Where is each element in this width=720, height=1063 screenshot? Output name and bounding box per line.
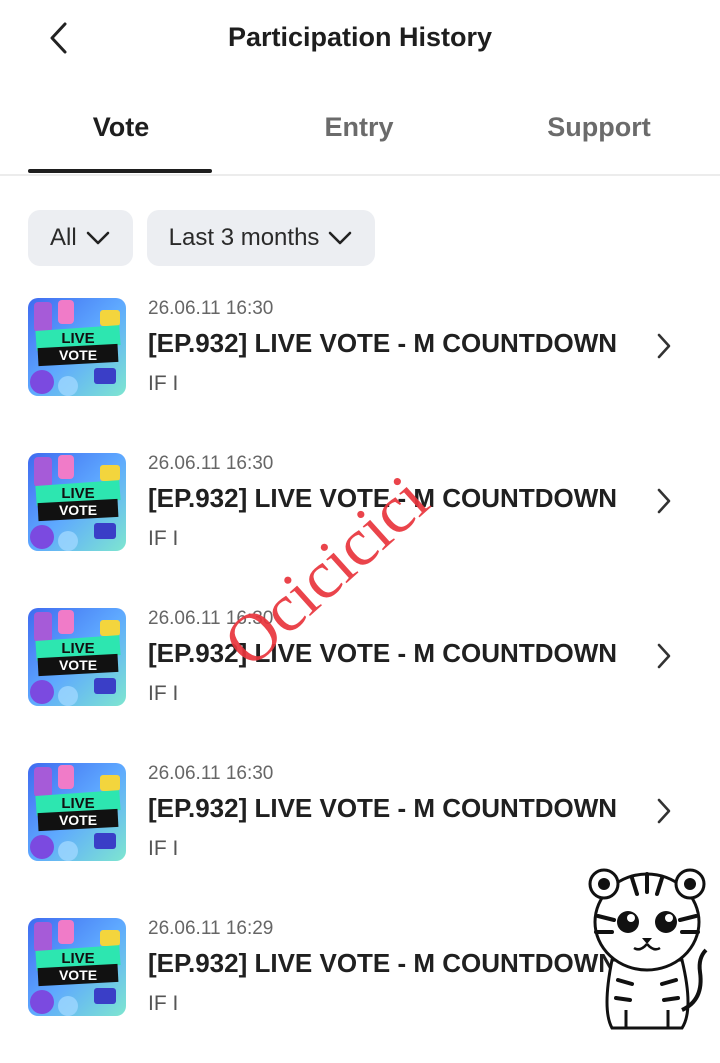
artist-name: IF I xyxy=(148,372,179,395)
artist-name: IF I xyxy=(148,527,179,550)
chevron-down-icon xyxy=(85,230,111,246)
tab-support[interactable]: Support xyxy=(504,112,694,143)
period-filter-label: Last 3 months xyxy=(168,224,320,251)
period-filter-dropdown[interactable]: Last 3 months xyxy=(146,210,376,266)
filter-bar: All Last 3 months xyxy=(28,210,376,266)
thumbnail-text-vote: VOTE xyxy=(59,657,97,673)
tab-vote[interactable]: Vote xyxy=(26,112,216,143)
event-thumbnail: LIVE VOTE xyxy=(28,453,126,551)
participation-date: 26.06.11 16:30 xyxy=(148,763,274,784)
chevron-right-icon xyxy=(657,798,671,824)
thumbnail-text-live: LIVE xyxy=(61,330,94,347)
active-tab-indicator xyxy=(28,169,212,173)
event-thumbnail: LIVE VOTE xyxy=(28,608,126,706)
event-title: [EP.932] LIVE VOTE - M COUNTDOWN xyxy=(148,948,618,978)
event-title: [EP.932] LIVE VOTE - M COUNTDOWN xyxy=(148,328,618,358)
participation-date: 26.06.11 16:30 xyxy=(148,453,274,474)
participation-date: 26.06.11 16:30 xyxy=(148,608,274,629)
thumbnail-text-vote: VOTE xyxy=(59,812,97,828)
participation-date: 26.06.11 16:30 xyxy=(148,298,274,319)
tab-entry[interactable]: Entry xyxy=(264,112,454,143)
thumbnail-text-live: LIVE xyxy=(61,950,94,967)
tab-bar: Vote Entry Support xyxy=(0,100,720,176)
page-title: Participation History xyxy=(227,22,493,52)
event-thumbnail: LIVE VOTE xyxy=(28,763,126,861)
chevron-right-icon xyxy=(657,643,671,669)
chevron-right-icon xyxy=(657,333,671,359)
chevron-down-icon xyxy=(327,230,353,246)
list-item[interactable]: LIVE VOTE 26.06.11 16:30 [EP.932] LIVE V… xyxy=(0,288,720,443)
artist-name: IF I xyxy=(148,837,179,860)
event-title: [EP.932] LIVE VOTE - M COUNTDOWN xyxy=(148,638,618,668)
event-title: [EP.932] LIVE VOTE - M COUNTDOWN xyxy=(148,793,618,823)
thumbnail-text-vote: VOTE xyxy=(59,502,97,518)
thumbnail-text-live: LIVE xyxy=(61,640,94,657)
chevron-right-icon xyxy=(657,488,671,514)
participation-date: 26.06.11 16:29 xyxy=(148,918,274,939)
artist-name: IF I xyxy=(148,682,179,705)
thumbnail-text-live: LIVE xyxy=(61,795,94,812)
tiger-sticker xyxy=(588,868,708,1030)
event-thumbnail: LIVE VOTE xyxy=(28,298,126,396)
type-filter-dropdown[interactable]: All xyxy=(28,210,133,266)
event-title: [EP.932] LIVE VOTE - M COUNTDOWN xyxy=(148,483,618,513)
thumbnail-text-live: LIVE xyxy=(61,485,94,502)
type-filter-label: All xyxy=(50,224,77,251)
list-item[interactable]: LIVE VOTE 26.06.11 16:30 [EP.932] LIVE V… xyxy=(0,598,720,753)
event-thumbnail: LIVE VOTE xyxy=(28,918,126,1016)
app-header: Participation History xyxy=(0,0,720,78)
thumbnail-text-vote: VOTE xyxy=(59,347,97,363)
thumbnail-text-vote: VOTE xyxy=(59,967,97,983)
artist-name: IF I xyxy=(148,992,179,1015)
list-item[interactable]: LIVE VOTE 26.06.11 16:30 [EP.932] LIVE V… xyxy=(0,443,720,598)
